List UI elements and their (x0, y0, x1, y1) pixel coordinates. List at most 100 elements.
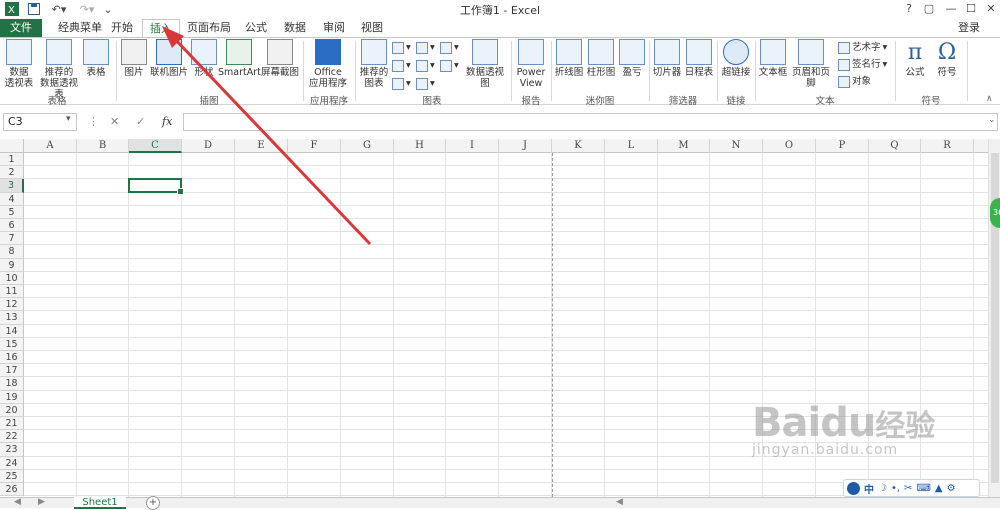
bar-chart-dropdown[interactable]: ▾ (416, 42, 435, 54)
column-header-g[interactable]: G (341, 139, 394, 153)
power-view-button[interactable]: Power View (514, 39, 548, 89)
ribbon-display-button[interactable]: ▢ (918, 1, 940, 17)
floating-assistant-icon[interactable]: 36 (990, 198, 1000, 228)
row-header-3[interactable]: 3 (0, 179, 24, 193)
symbol-button[interactable]: Ω 符号 (932, 39, 962, 78)
column-header-k[interactable]: K (552, 139, 605, 153)
row-header-5[interactable]: 5 (0, 205, 24, 219)
row-header-21[interactable]: 21 (0, 417, 24, 431)
picture-button[interactable]: 图片 (120, 39, 148, 78)
area-chart-dropdown[interactable]: ▾ (416, 60, 435, 72)
insert-function-icon[interactable]: fx (162, 115, 172, 128)
column-header-q[interactable]: Q (869, 139, 921, 153)
minimize-button[interactable]: — (940, 1, 962, 17)
column-header-f[interactable]: F (288, 139, 341, 153)
row-header-8[interactable]: 8 (0, 245, 24, 259)
row-header-25[interactable]: 25 (0, 469, 24, 483)
row-header-1[interactable]: 1 (0, 153, 24, 167)
equation-button[interactable]: π 公式 (898, 39, 932, 78)
shapes-button[interactable]: 形状 (190, 39, 218, 78)
row-header-15[interactable]: 15 (0, 337, 24, 351)
tab-classic-menu[interactable]: 经典菜单 (50, 19, 110, 37)
tab-page-layout[interactable]: 页面布局 (184, 19, 234, 37)
row-header-14[interactable]: 14 (0, 324, 24, 338)
column-header-j[interactable]: J (499, 139, 552, 153)
line-chart-dropdown[interactable]: ▾ (392, 60, 411, 72)
slicer-button[interactable]: 切片器 (652, 39, 682, 78)
enter-icon[interactable]: ✓ (136, 115, 145, 128)
row-header-4[interactable]: 4 (0, 192, 24, 206)
textbox-button[interactable]: 文本框 (758, 39, 788, 78)
column-header-b[interactable]: B (77, 139, 129, 153)
timeline-button[interactable]: 日程表 (684, 39, 714, 78)
column-header-n[interactable]: N (710, 139, 763, 153)
screenshot-button[interactable]: 屏幕截图 (260, 39, 300, 78)
column-sparkline-button[interactable]: 柱形图 (586, 39, 616, 78)
row-header-11[interactable]: 11 (0, 285, 24, 299)
scatter-chart-dropdown[interactable]: ▾ (416, 78, 435, 90)
collapse-ribbon-icon[interactable]: ∧ (986, 94, 993, 104)
row-header-10[interactable]: 10 (0, 271, 24, 285)
column-header-o[interactable]: O (763, 139, 816, 153)
tab-insert[interactable]: 插入 (142, 19, 180, 38)
active-cell[interactable] (128, 178, 184, 195)
row-header-12[interactable]: 12 (0, 298, 24, 312)
expand-formula-bar-icon[interactable]: ⌄ (988, 115, 996, 125)
row-header-24[interactable]: 24 (0, 456, 24, 470)
prev-sheet-icon[interactable]: ◀ (14, 497, 21, 507)
next-sheet-icon[interactable]: ▶ (38, 497, 45, 507)
sign-in-link[interactable]: 登录 (958, 19, 980, 37)
column-header-m[interactable]: M (658, 139, 710, 153)
row-header-13[interactable]: 13 (0, 311, 24, 325)
hscroll-left-icon[interactable]: ◀ (616, 497, 623, 507)
recommended-charts-button[interactable]: 推荐的 图表 (358, 39, 390, 89)
tab-formulas[interactable]: 公式 (238, 19, 274, 37)
combo-chart-dropdown[interactable]: ▾ (440, 60, 459, 72)
row-header-6[interactable]: 6 (0, 219, 24, 233)
row-header-23[interactable]: 23 (0, 443, 24, 457)
pie-chart-dropdown[interactable]: ▾ (392, 78, 411, 90)
column-chart-dropdown[interactable]: ▾ (392, 42, 411, 54)
row-header-26[interactable]: 26 (0, 483, 24, 497)
row-header-2[interactable]: 2 (0, 166, 24, 180)
chevron-down-icon[interactable]: ▾ (66, 114, 71, 124)
select-all-corner[interactable] (0, 139, 24, 153)
tab-data[interactable]: 数据 (278, 19, 312, 37)
object-button[interactable]: 对象 (838, 76, 871, 88)
row-header-16[interactable]: 16 (0, 351, 24, 365)
pivot-chart-button[interactable]: 数据透视图 (462, 39, 508, 89)
column-header-p[interactable]: P (816, 139, 869, 153)
column-header-r[interactable]: R (921, 139, 974, 153)
tab-review[interactable]: 审阅 (316, 19, 352, 37)
sheet-tab-sheet1[interactable]: Sheet1 (74, 497, 126, 509)
column-header-e[interactable]: E (235, 139, 288, 153)
signature-line-button[interactable]: 签名行 ▾ (838, 59, 887, 71)
row-header-20[interactable]: 20 (0, 403, 24, 417)
row-header-18[interactable]: 18 (0, 377, 24, 391)
column-header-d[interactable]: D (182, 139, 235, 153)
row-header-22[interactable]: 22 (0, 430, 24, 444)
column-header-c[interactable]: C (129, 139, 182, 153)
office-apps-button[interactable]: Office 应用程序 (306, 39, 350, 89)
close-button[interactable]: ✕ (980, 1, 1000, 17)
header-footer-button[interactable]: 页眉和页脚 (788, 39, 834, 89)
tab-file[interactable]: 文件 (0, 19, 42, 37)
tab-home[interactable]: 开始 (104, 19, 140, 37)
tab-view[interactable]: 视图 (354, 19, 390, 37)
maximize-button[interactable]: ☐ (960, 1, 982, 17)
cancel-icon[interactable]: ✕ (110, 115, 119, 128)
row-header-19[interactable]: 19 (0, 390, 24, 404)
pivot-table-button[interactable]: 数据 透视表 (2, 39, 36, 89)
wordart-button[interactable]: 艺术字 ▾ (838, 42, 887, 54)
hyperlink-button[interactable]: 超链接 (720, 39, 752, 78)
online-picture-button[interactable]: 联机图片 (148, 39, 190, 78)
column-header-l[interactable]: L (605, 139, 658, 153)
winloss-sparkline-button[interactable]: 盈亏 (618, 39, 646, 78)
smartart-button[interactable]: SmartArt (218, 39, 261, 78)
column-header-h[interactable]: H (394, 139, 446, 153)
column-header-i[interactable]: I (446, 139, 499, 153)
line-sparkline-button[interactable]: 折线图 (554, 39, 584, 78)
row-header-17[interactable]: 17 (0, 364, 24, 378)
table-button[interactable]: 表格 (82, 39, 110, 78)
vertical-scrollbar[interactable] (988, 139, 1000, 497)
